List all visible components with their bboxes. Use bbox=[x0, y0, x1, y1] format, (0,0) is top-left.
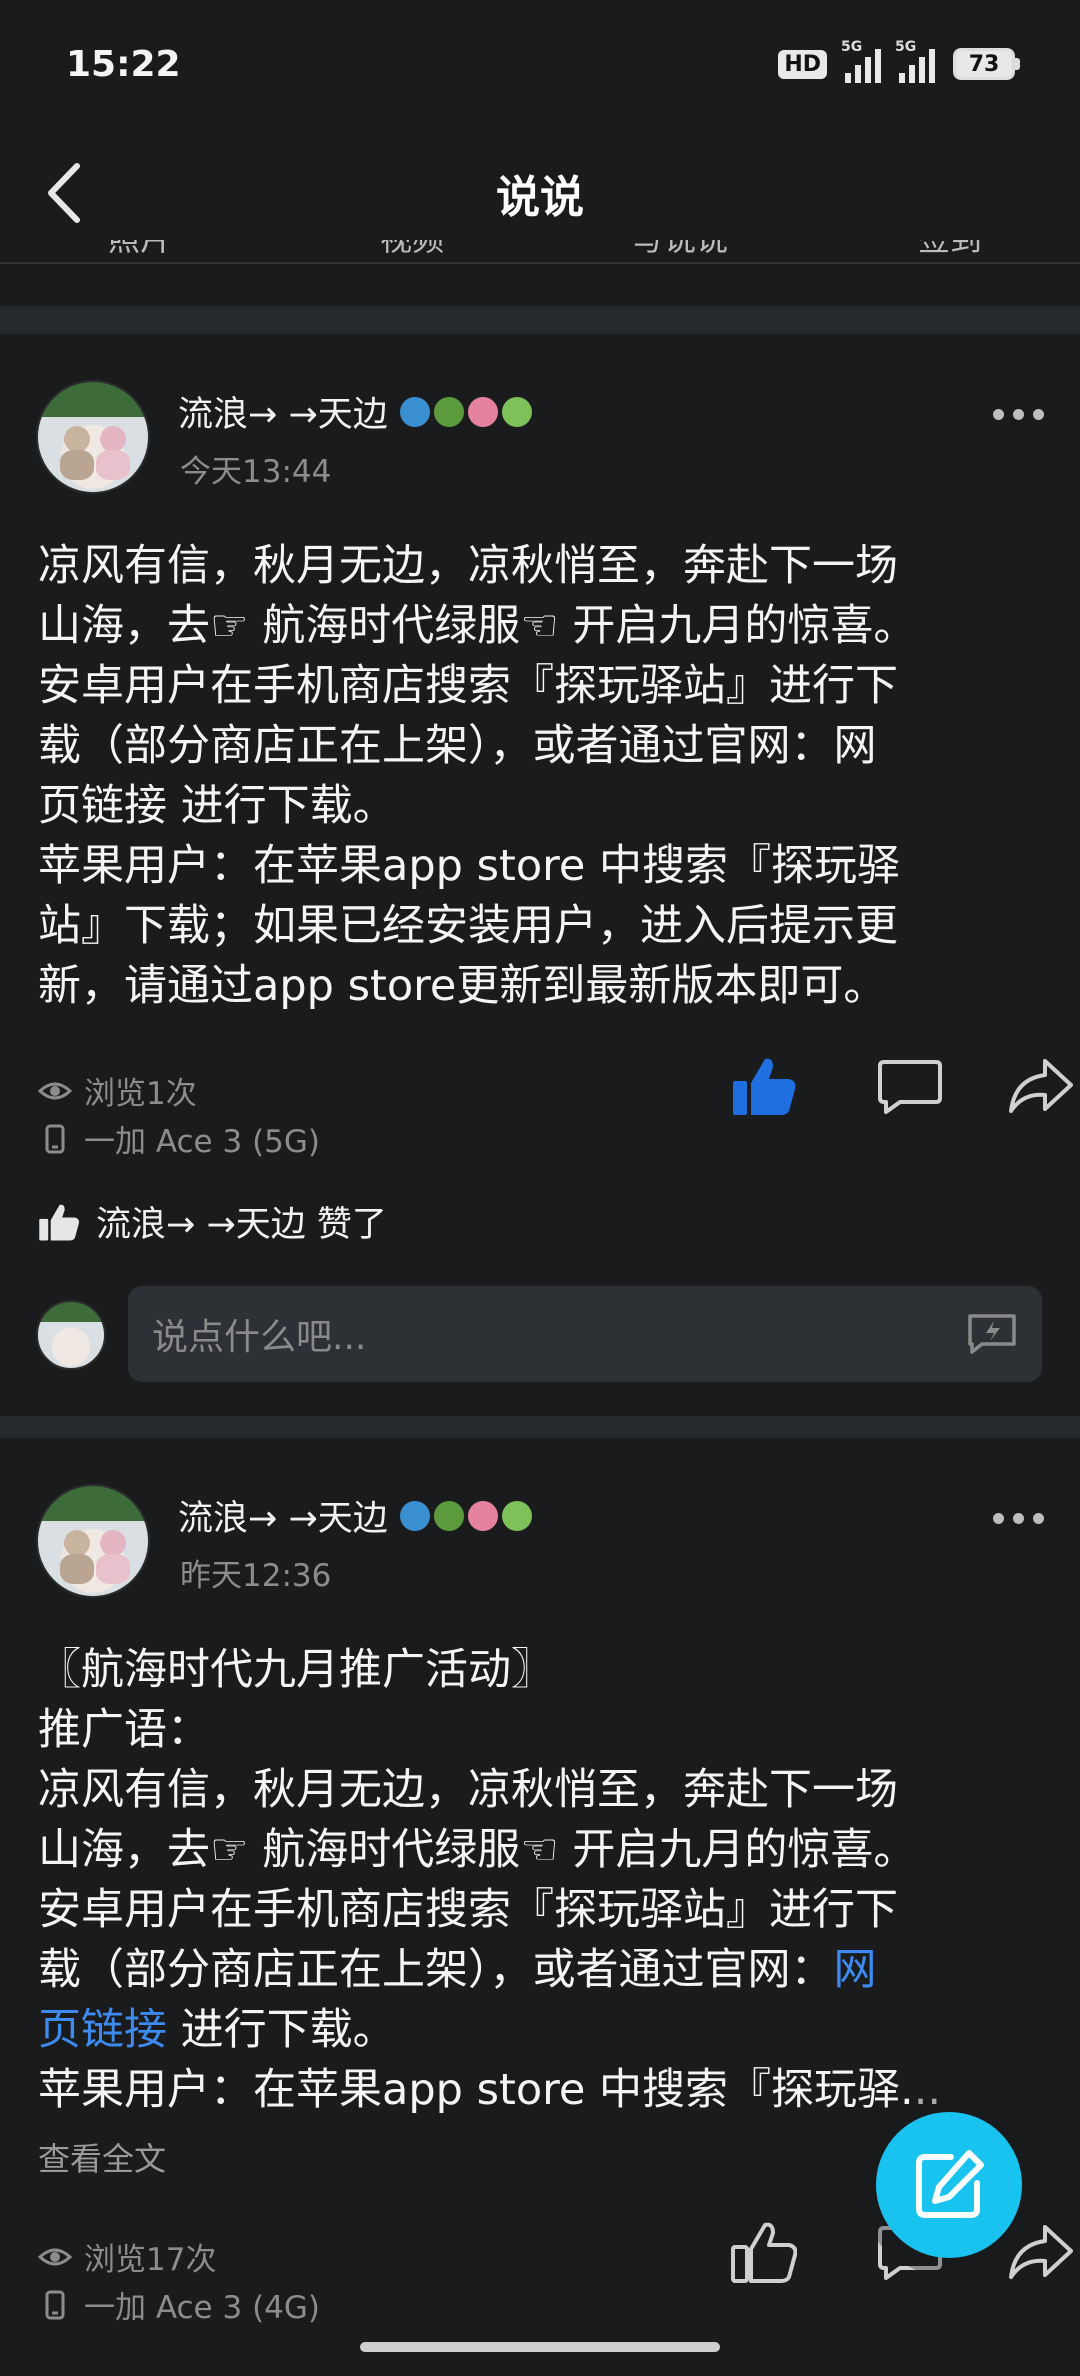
edit-icon bbox=[916, 2150, 984, 2218]
battery-icon: 73 bbox=[953, 48, 1020, 80]
eye-icon bbox=[38, 1082, 72, 1099]
like-icon bbox=[39, 1204, 79, 1240]
view-count: 浏览17次 bbox=[38, 2234, 216, 2279]
share-icon[interactable] bbox=[1000, 2212, 1080, 2292]
comment-row: 说点什么吧... bbox=[0, 1286, 1080, 1386]
post-time: 今天13:44 bbox=[180, 454, 332, 490]
home-indicator[interactable] bbox=[360, 2342, 720, 2352]
emoji-keyboard-icon[interactable] bbox=[966, 1312, 1018, 1356]
hd-icon: HD bbox=[778, 49, 827, 79]
device-info: 一加 Ace 3 (4G) bbox=[38, 2282, 320, 2327]
write-post-button[interactable] bbox=[876, 2112, 1022, 2258]
divider bbox=[0, 306, 1080, 334]
status-time: 15:22 bbox=[66, 43, 181, 85]
signal-icon: 5G bbox=[841, 39, 881, 83]
tabs-strip: 照片 视频 写说说 签到 bbox=[0, 240, 1080, 264]
page-title: 说说 bbox=[496, 172, 584, 223]
device-info: 一加 Ace 3 (5G) bbox=[38, 1116, 320, 1161]
avatar bbox=[36, 1300, 106, 1370]
post-content: 凉风有信，秋月无边，凉秋悄至，奔赴下一场 山海，去☞ 航海时代绿服☜ 开启九月的… bbox=[38, 541, 917, 1011]
comment-input[interactable]: 说点什么吧... bbox=[128, 1286, 1042, 1382]
web-link[interactable]: 网 bbox=[834, 1945, 877, 1995]
author-name[interactable]: 流浪→ →天边 bbox=[178, 1490, 532, 1541]
post-actions bbox=[680, 1046, 1080, 1126]
share-icon[interactable] bbox=[1000, 1046, 1080, 1126]
decoration-icon bbox=[399, 1500, 532, 1531]
back-arrow-icon[interactable] bbox=[30, 158, 100, 228]
liked-row: 流浪→ →天边 赞了 bbox=[38, 1196, 387, 1247]
status-bar: 15:22 HD 5G 5G 73 bbox=[0, 0, 1080, 128]
post-content: 〖航海时代九月推广活动〗 推广语： 凉风有信，秋月无边，凉秋悄至，奔赴下一场 山… bbox=[38, 1645, 942, 2115]
author-name[interactable]: 流浪→ →天边 bbox=[178, 386, 532, 437]
like-icon[interactable] bbox=[724, 1046, 804, 1126]
web-link[interactable]: 页链接 bbox=[38, 2005, 167, 2055]
tab-checkin[interactable]: 签到 bbox=[918, 240, 982, 260]
title-bar: 说说 bbox=[0, 128, 1080, 258]
phone-icon bbox=[45, 2290, 65, 2319]
avatar[interactable] bbox=[36, 1484, 150, 1598]
tab-photos[interactable]: 照片 bbox=[108, 240, 172, 260]
post-time: 昨天12:36 bbox=[180, 1558, 332, 1594]
eye-icon bbox=[38, 2248, 72, 2265]
more-dots-icon[interactable] bbox=[993, 409, 1044, 420]
read-more-link[interactable]: 查看全文 bbox=[38, 2134, 166, 2180]
tab-videos[interactable]: 视频 bbox=[380, 240, 444, 260]
divider bbox=[0, 1416, 1080, 1438]
decoration-icon bbox=[399, 396, 532, 427]
avatar[interactable] bbox=[36, 380, 150, 494]
tab-write[interactable]: 写说说 bbox=[632, 240, 728, 260]
more-dots-icon[interactable] bbox=[993, 1513, 1044, 1524]
comment-icon[interactable] bbox=[870, 1046, 950, 1126]
view-count: 浏览1次 bbox=[38, 1068, 197, 1113]
like-icon[interactable] bbox=[724, 2212, 804, 2292]
signal-icon-2: 5G bbox=[895, 39, 935, 83]
phone-icon bbox=[45, 1124, 65, 1153]
post-actions bbox=[680, 2212, 1080, 2292]
status-icons: HD 5G 5G 73 bbox=[778, 39, 1020, 83]
